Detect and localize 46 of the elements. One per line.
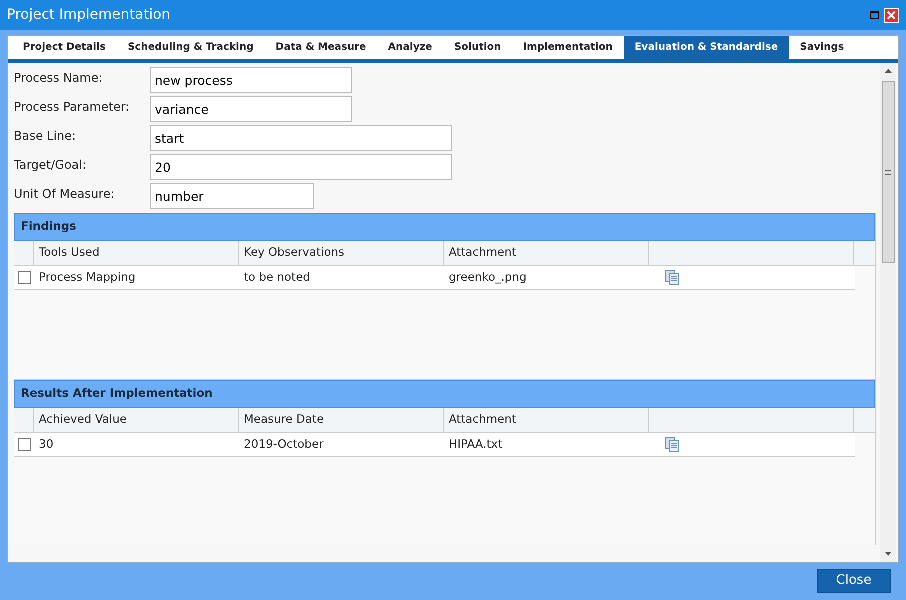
- column-header[interactable]: Measure Date: [239, 408, 444, 432]
- tab[interactable]: Scheduling & Tracking: [116, 36, 265, 59]
- window-title: Project Implementation: [7, 6, 172, 24]
- copy-icon[interactable]: [665, 270, 679, 285]
- grid-title: Findings: [14, 213, 875, 241]
- table-row[interactable]: 30 2019-October HIPAA.txt: [14, 433, 855, 457]
- table-cell-text: Process Mapping: [39, 268, 136, 286]
- tab[interactable]: Savings: [789, 36, 856, 59]
- column-header[interactable]: Tools Used: [34, 241, 239, 265]
- scrollbar[interactable]: [880, 63, 896, 562]
- field-label: Process Parameter:: [14, 99, 131, 116]
- column-header[interactable]: Key Observations: [239, 241, 444, 265]
- checkbox[interactable]: [18, 271, 30, 284]
- table-row[interactable]: Process Mapping to be noted greenko_.png: [14, 266, 855, 290]
- table-cell-text: to be noted: [244, 268, 310, 286]
- tab[interactable]: Analyze: [377, 36, 444, 59]
- text-field[interactable]: start: [150, 125, 452, 151]
- grid-title: Results After Implementation: [14, 380, 875, 408]
- text-field[interactable]: number: [150, 183, 314, 209]
- scroll-thumb[interactable]: [882, 81, 894, 263]
- field-label: Target/Goal:: [14, 157, 88, 174]
- field-label: Base Line:: [14, 128, 78, 145]
- tab[interactable]: Solution: [443, 36, 512, 59]
- text-field[interactable]: new process: [150, 67, 352, 93]
- table-cell-text: 2019-October: [244, 436, 324, 453]
- scroll-down-icon[interactable]: [884, 552, 892, 556]
- tab[interactable]: Data & Measure: [264, 36, 378, 59]
- tab[interactable]: Implementation: [512, 36, 624, 59]
- tab[interactable]: Project Details: [12, 36, 117, 59]
- close-icon[interactable]: [884, 8, 899, 22]
- column-header[interactable]: Attachment: [444, 241, 649, 265]
- field-label: Process Name:: [14, 70, 104, 87]
- text-field[interactable]: 20: [150, 154, 452, 180]
- table-cell-text: greenko_.png: [449, 268, 527, 286]
- copy-icon[interactable]: [665, 437, 679, 452]
- column-header[interactable]: Attachment: [444, 408, 649, 432]
- maximize-icon[interactable]: [870, 11, 879, 19]
- tab[interactable]: Evaluation & Standardise: [624, 36, 790, 59]
- close-button[interactable]: Close: [817, 569, 891, 593]
- text-field[interactable]: variance: [150, 96, 352, 122]
- scroll-up-icon[interactable]: [884, 69, 892, 73]
- table-cell-text: HIPAA.txt: [449, 436, 503, 453]
- checkbox[interactable]: [18, 438, 30, 451]
- field-label: Unit Of Measure:: [14, 186, 116, 203]
- column-header[interactable]: Achieved Value: [34, 408, 239, 432]
- table-cell-text: 30: [39, 436, 54, 453]
